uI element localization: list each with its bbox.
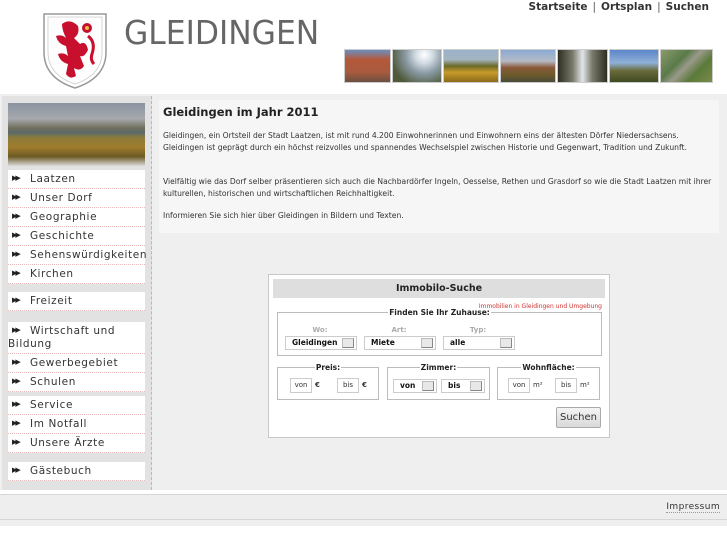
top-navigation: Startseite | Ortsplan | Suchen: [529, 1, 709, 13]
flaeche-bis-input[interactable]: bis: [555, 378, 577, 393]
flaeche-von-input[interactable]: von: [508, 378, 530, 393]
double-arrow-icon: ▶▶: [12, 250, 21, 258]
double-arrow-icon: ▶▶: [12, 174, 21, 182]
sidebar-item-unser-dorf[interactable]: ▶▶ Unser Dorf: [8, 189, 145, 208]
typ-label: Typ:: [469, 326, 487, 334]
sidebar-item-service[interactable]: ▶▶ Service: [8, 396, 145, 415]
double-arrow-icon: ▶▶: [12, 212, 21, 220]
menu-group-service: ▶▶ Service ▶▶ Im Notfall ▶▶ Unsere Ärzte: [8, 396, 145, 453]
double-arrow-icon: ▶▶: [12, 377, 21, 385]
nav-startseite[interactable]: Startseite: [529, 1, 588, 13]
sidebar-item-laatzen[interactable]: ▶▶ Laatzen: [8, 170, 145, 189]
sidebar-item-im-notfall[interactable]: ▶▶ Im Notfall: [8, 415, 145, 434]
footer: Impressum: [0, 494, 727, 520]
preis-von-input[interactable]: von: [290, 378, 312, 393]
double-arrow-icon: ▶▶: [12, 326, 21, 334]
sidebar-item-gaestebuch[interactable]: ▶▶ Gästebuch: [8, 462, 145, 481]
suchen-button[interactable]: Suchen: [556, 407, 601, 428]
intro-paragraph-2: Vielfältig wie das Dorf selber präsentie…: [163, 177, 712, 198]
double-arrow-icon: ▶▶: [12, 438, 21, 446]
menu-group-freizeit: ▶▶ Freizeit: [8, 292, 145, 311]
sidebar-item-gewerbegebiet[interactable]: ▶▶ Gewerbegebiet: [8, 354, 145, 373]
header-photo-church-trees[interactable]: [500, 49, 556, 83]
zimmer-bis-select[interactable]: bis: [441, 379, 485, 393]
header-photo-sun-field[interactable]: [392, 49, 442, 83]
photo-strip: [344, 49, 713, 83]
intro-paragraph-3: Informieren Sie sich hier über Gleidinge…: [163, 211, 404, 220]
menu-group-wirtschaft: ▶▶ Wirtschaft und Bildung ▶▶ Gewerbegebiet…: [8, 322, 145, 392]
sidebar-item-schulen[interactable]: ▶▶ Schulen: [8, 373, 145, 392]
page-title: Gleidingen im Jahr 2011: [163, 105, 319, 119]
intro-paragraph-1: Gleidingen, ein Ortsteil der Stadt Laatz…: [163, 131, 687, 152]
sidebar-landscape-photo: [8, 103, 145, 166]
sidebar-item-geschichte[interactable]: ▶▶ Geschichte: [8, 227, 145, 246]
typ-select[interactable]: alle: [443, 336, 515, 350]
double-arrow-icon: ▶▶: [12, 193, 21, 201]
dropdown-arrow-icon: [422, 381, 434, 391]
wo-select[interactable]: Gleidingen: [285, 336, 357, 350]
dropdown-arrow-icon: [342, 338, 354, 348]
area-unit: m²: [533, 381, 543, 389]
header-photo-river-trees[interactable]: [557, 49, 608, 83]
double-arrow-icon: ▶▶: [12, 231, 21, 239]
site-logo-text[interactable]: GLEIDINGEN: [124, 13, 319, 52]
double-arrow-icon: ▶▶: [12, 419, 21, 427]
double-arrow-icon: ▶▶: [12, 358, 21, 366]
dropdown-arrow-icon: [500, 338, 512, 348]
wo-label: Wo:: [312, 326, 328, 334]
sidebar: ▶▶ Laatzen ▶▶ Unser Dorf ▶▶ Geographie ▶▶ Ge…: [2, 96, 152, 490]
sidebar-item-freizeit[interactable]: ▶▶ Freizeit: [8, 292, 145, 311]
art-select[interactable]: Miete: [364, 336, 436, 350]
find-home-legend: Finden Sie Ihr Zuhause:: [389, 308, 490, 317]
header-photo-brick-house[interactable]: [344, 49, 391, 83]
header-photo-tower-sky[interactable]: [609, 49, 659, 83]
widget-title: Immobilo-Suche: [273, 279, 605, 298]
header: GLEIDINGEN Startseite | Ortsplan | Suchen: [0, 0, 727, 96]
preis-legend: Preis:: [315, 363, 341, 372]
zimmer-von-select[interactable]: von: [393, 379, 437, 393]
currency-unit: €: [362, 381, 367, 389]
menu-group-dorf: ▶▶ Laatzen ▶▶ Unser Dorf ▶▶ Geographie ▶▶ Ge…: [8, 170, 147, 284]
intro-content: Gleidingen im Jahr 2011 Gleidingen, ein …: [159, 100, 719, 233]
double-arrow-icon: ▶▶: [12, 269, 21, 277]
menu-group-gaestebuch: ▶▶ Gästebuch: [8, 462, 145, 481]
impressum-link[interactable]: Impressum: [666, 502, 720, 513]
art-label: Art:: [391, 326, 407, 334]
header-photo-aerial-view[interactable]: [660, 49, 713, 83]
double-arrow-icon: ▶▶: [12, 296, 21, 304]
area-unit: m²: [580, 381, 590, 389]
sidebar-item-unsere-aerzte[interactable]: ▶▶ Unsere Ärzte: [8, 434, 145, 453]
dropdown-arrow-icon: [421, 338, 433, 348]
header-photo-autumn-meadow[interactable]: [443, 49, 499, 83]
preis-bis-input[interactable]: bis: [337, 378, 359, 393]
currency-unit: €: [315, 381, 320, 389]
footer-strip: [0, 520, 727, 526]
nav-separator: |: [592, 1, 597, 13]
nav-suchen[interactable]: Suchen: [666, 1, 709, 13]
sidebar-item-kirchen[interactable]: ▶▶ Kirchen: [8, 265, 145, 284]
double-arrow-icon: ▶▶: [12, 400, 21, 408]
nav-ortsplan[interactable]: Ortsplan: [601, 1, 652, 13]
immobilo-search-widget: Immobilo-Suche Immobilien in Gleidingen …: [268, 274, 610, 438]
sidebar-item-geographie[interactable]: ▶▶ Geographie: [8, 208, 145, 227]
coat-of-arms-icon[interactable]: [40, 10, 110, 90]
dropdown-arrow-icon: [470, 381, 482, 391]
wohnflaeche-legend: Wohnfläche:: [522, 363, 575, 372]
zimmer-legend: Zimmer:: [420, 363, 457, 372]
nav-separator: |: [657, 1, 661, 13]
sidebar-item-wirtschaft-und-bildung[interactable]: ▶▶ Wirtschaft und Bildung: [8, 322, 145, 354]
double-arrow-icon: ▶▶: [12, 466, 21, 474]
sidebar-item-sehenswuerdigkeiten[interactable]: ▶▶ Sehenswürdigkeiten: [8, 246, 147, 265]
